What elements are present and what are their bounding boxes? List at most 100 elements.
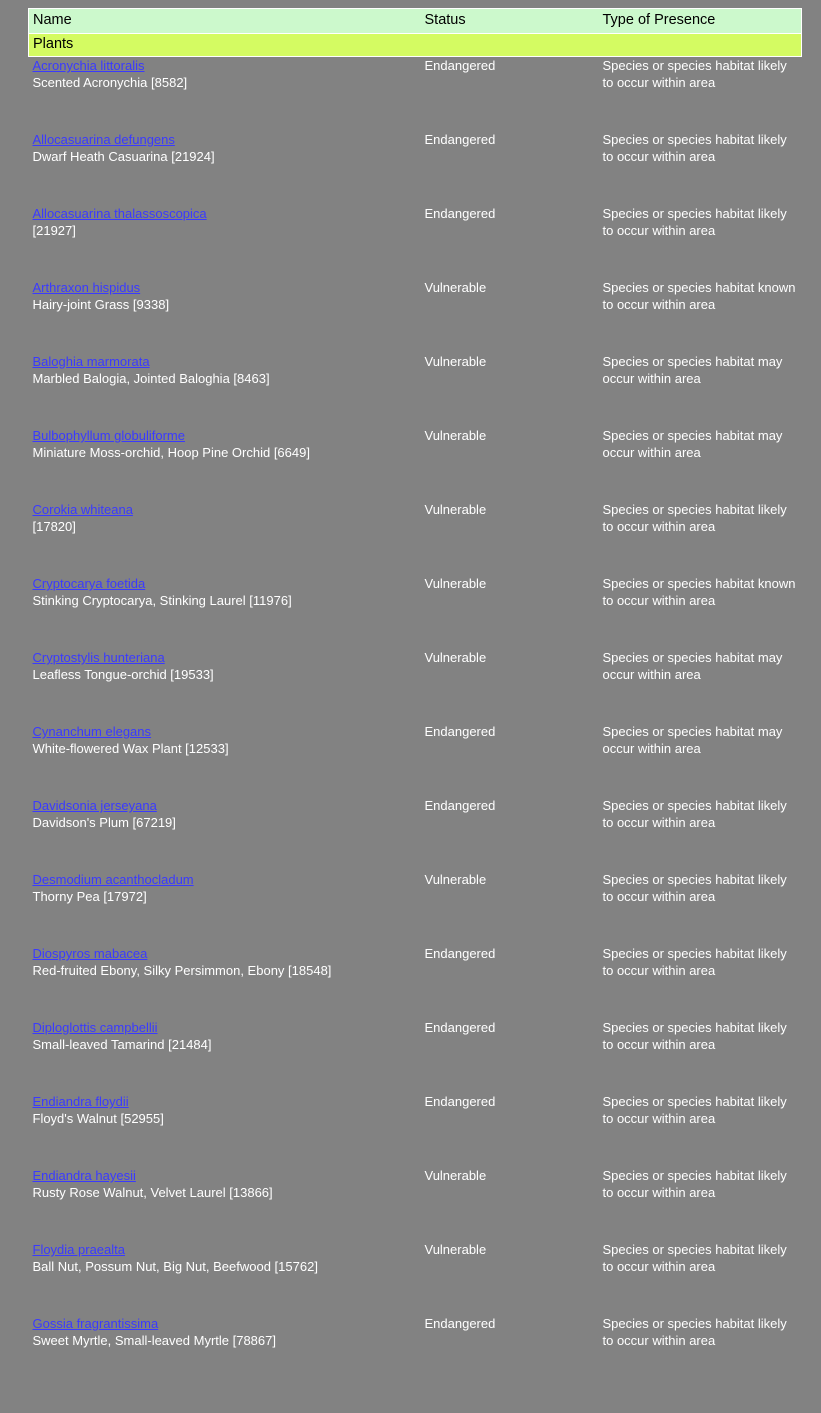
species-profile-link[interactable]: Allocasuarina thalassoscopica: [33, 205, 415, 222]
cell-status: Endangered: [424, 798, 496, 813]
species-profile-link[interactable]: Endiandra floydii: [33, 1093, 415, 1110]
species-profile-link[interactable]: Cryptostylis hunteriana: [33, 649, 415, 666]
table-row: Davidsonia jerseyana Davidson's Plum [672…: [29, 797, 802, 871]
table-row: Bulbophyllum globuliforme Miniature Moss-…: [29, 427, 802, 501]
type-of-presence-text: Species or species habitat likely to occ…: [602, 872, 787, 904]
table-row: Acronychia littoralis Scented Acronychia …: [29, 57, 802, 132]
cell-status: Endangered: [424, 1316, 496, 1331]
type-of-presence-text: Species or species habitat likely to occ…: [602, 58, 787, 90]
cell-type-of-presence: Species or species habitat may occur wit…: [599, 427, 802, 501]
cell-type-of-presence: Species or species habitat likely to occ…: [599, 1019, 802, 1093]
cell-type-of-presence: Species or species habitat may occur wit…: [599, 723, 802, 797]
species-common-name: Hairy-joint Grass [9338]: [32, 297, 170, 312]
column-header-status: Status: [420, 8, 599, 34]
species-profile-link[interactable]: Endiandra hayesii: [33, 1167, 415, 1184]
species-profile-link[interactable]: Corokia whiteana: [33, 501, 415, 518]
type-of-presence-text: Species or species habitat known to occu…: [602, 280, 796, 312]
cell-status: Endangered: [424, 58, 496, 73]
cell-type-of-presence: Species or species habitat likely to occ…: [599, 1315, 802, 1389]
type-of-presence-text: Species or species habitat likely to occ…: [602, 132, 787, 164]
species-common-name: Thorny Pea [17972]: [32, 889, 147, 904]
cell-name: Cynanchum elegans White-flowered Wax Plan…: [29, 723, 421, 797]
cell-name: Diospyros mabacea Red-fruited Ebony, Silk…: [29, 945, 421, 1019]
group-row-plants: Plants: [28, 33, 802, 57]
type-of-presence-text: Species or species habitat likely to occ…: [602, 502, 787, 534]
cell-type-of-presence: Species or species habitat known to occu…: [599, 575, 802, 649]
table-row: Corokia whiteana [17820] Vulnerable Specie…: [29, 501, 802, 575]
group-row-presence-spacer: [598, 33, 802, 57]
cell-name: Allocasuarina thalassoscopica [21927]: [29, 205, 421, 279]
type-of-presence-text: Species or species habitat likely to occ…: [602, 1168, 787, 1200]
cell-status: Endangered: [424, 946, 496, 961]
cell-name: Cryptostylis hunteriana Leafless Tongue-o…: [29, 649, 421, 723]
cell-name: Gossia fragrantissima Sweet Myrtle, Small…: [29, 1315, 421, 1389]
column-header-name: Name: [28, 8, 421, 34]
cell-name: Diploglottis campbellii Small-leaved Tama…: [29, 1019, 421, 1093]
species-profile-link[interactable]: Acronychia littoralis: [33, 57, 415, 74]
cell-name: Floydia praealta Ball Nut, Possum Nut, Bi…: [29, 1241, 421, 1315]
cell-type-of-presence: Species or species habitat likely to occ…: [599, 1093, 802, 1167]
type-of-presence-text: Species or species habitat likely to occ…: [602, 1094, 787, 1126]
cell-name: Baloghia marmorata Marbled Balogia, Joint…: [29, 353, 421, 427]
cell-status: Endangered: [424, 132, 496, 147]
species-common-name: Leafless Tongue-orchid [19533]: [32, 667, 214, 682]
cell-status: Vulnerable: [424, 1242, 487, 1257]
cell-type-of-presence: Species or species habitat likely to occ…: [599, 1241, 802, 1315]
species-profile-link[interactable]: Allocasuarina defungens: [33, 131, 415, 148]
species-profile-link[interactable]: Diospyros mabacea: [33, 945, 415, 962]
cell-status: Vulnerable: [424, 576, 487, 591]
cell-type-of-presence: Species or species habitat may occur wit…: [599, 649, 802, 723]
table-row: Baloghia marmorata Marbled Balogia, Joint…: [29, 353, 802, 427]
species-common-name: Sweet Myrtle, Small-leaved Myrtle [78867…: [32, 1333, 276, 1348]
species-profile-link[interactable]: Gossia fragrantissima: [33, 1315, 415, 1332]
table-row: Endiandra floydii Floyd's Walnut [52955] E…: [29, 1093, 802, 1167]
table-row: Allocasuarina thalassoscopica [21927] End…: [29, 205, 802, 279]
protected-matters-table: Name Status Type of Presence Plants Acro…: [28, 8, 802, 1389]
type-of-presence-text: Species or species habitat may occur wit…: [602, 428, 783, 460]
species-common-name: Marbled Balogia, Jointed Baloghia [8463]: [32, 371, 270, 386]
cell-type-of-presence: Species or species habitat likely to occ…: [599, 57, 802, 132]
table-row: Floydia praealta Ball Nut, Possum Nut, Bi…: [29, 1241, 802, 1315]
group-row-status-spacer: [420, 33, 599, 57]
species-profile-link[interactable]: Bulbophyllum globuliforme: [33, 427, 415, 444]
species-common-name: Rusty Rose Walnut, Velvet Laurel [13866]: [32, 1185, 273, 1200]
species-common-name: Dwarf Heath Casuarina [21924]: [32, 149, 215, 164]
species-common-name: White-flowered Wax Plant [12533]: [32, 741, 229, 756]
type-of-presence-text: Species or species habitat likely to occ…: [602, 1316, 787, 1348]
species-profile-link[interactable]: Cryptocarya foetida: [33, 575, 415, 592]
species-profile-link[interactable]: Floydia praealta: [33, 1241, 415, 1258]
table-row: Desmodium acanthocladum Thorny Pea [17972…: [29, 871, 802, 945]
type-of-presence-text: Species or species habitat likely to occ…: [602, 798, 787, 830]
type-of-presence-text: Species or species habitat may occur wit…: [602, 724, 783, 756]
cell-type-of-presence: Species or species habitat likely to occ…: [599, 131, 802, 205]
species-profile-link[interactable]: Arthraxon hispidus: [33, 279, 415, 296]
species-profile-link[interactable]: Cynanchum elegans: [33, 723, 415, 740]
table-row: Endiandra hayesii Rusty Rose Walnut, Velv…: [29, 1167, 802, 1241]
type-of-presence-text: Species or species habitat likely to occ…: [602, 1242, 787, 1274]
cell-type-of-presence: Species or species habitat likely to occ…: [599, 871, 802, 945]
cell-type-of-presence: Species or species habitat likely to occ…: [599, 797, 802, 871]
cell-name: Endiandra hayesii Rusty Rose Walnut, Velv…: [29, 1167, 421, 1241]
cell-type-of-presence: Species or species habitat may occur wit…: [599, 353, 802, 427]
cell-status: Vulnerable: [424, 428, 487, 443]
cell-type-of-presence: Species or species habitat likely to occ…: [599, 205, 802, 279]
species-common-name: Floyd's Walnut [52955]: [32, 1111, 164, 1126]
cell-name: Davidsonia jerseyana Davidson's Plum [672…: [29, 797, 421, 871]
species-profile-link[interactable]: Diploglottis campbellii: [33, 1019, 415, 1036]
species-common-name: Small-leaved Tamarind [21484]: [32, 1037, 212, 1052]
table-row: Diospyros mabacea Red-fruited Ebony, Silk…: [29, 945, 802, 1019]
cell-type-of-presence: Species or species habitat likely to occ…: [599, 501, 802, 575]
table-header-row: Name Status Type of Presence: [28, 8, 802, 34]
species-profile-link[interactable]: Davidsonia jerseyana: [33, 797, 415, 814]
cell-status: Vulnerable: [424, 650, 487, 665]
group-row-label: Plants: [28, 33, 421, 57]
cell-name: Allocasuarina defungens Dwarf Heath Casua…: [29, 131, 421, 205]
type-of-presence-text: Species or species habitat likely to occ…: [602, 946, 787, 978]
type-of-presence-text: Species or species habitat likely to occ…: [602, 206, 787, 238]
cell-type-of-presence: Species or species habitat likely to occ…: [599, 1167, 802, 1241]
cell-status: Vulnerable: [424, 354, 487, 369]
table-body: Plants Acronychia littoralis Scented Acro…: [28, 33, 802, 1390]
species-profile-link[interactable]: Desmodium acanthocladum: [33, 871, 415, 888]
species-common-name: Davidson's Plum [67219]: [32, 815, 176, 830]
species-profile-link[interactable]: Baloghia marmorata: [33, 353, 415, 370]
